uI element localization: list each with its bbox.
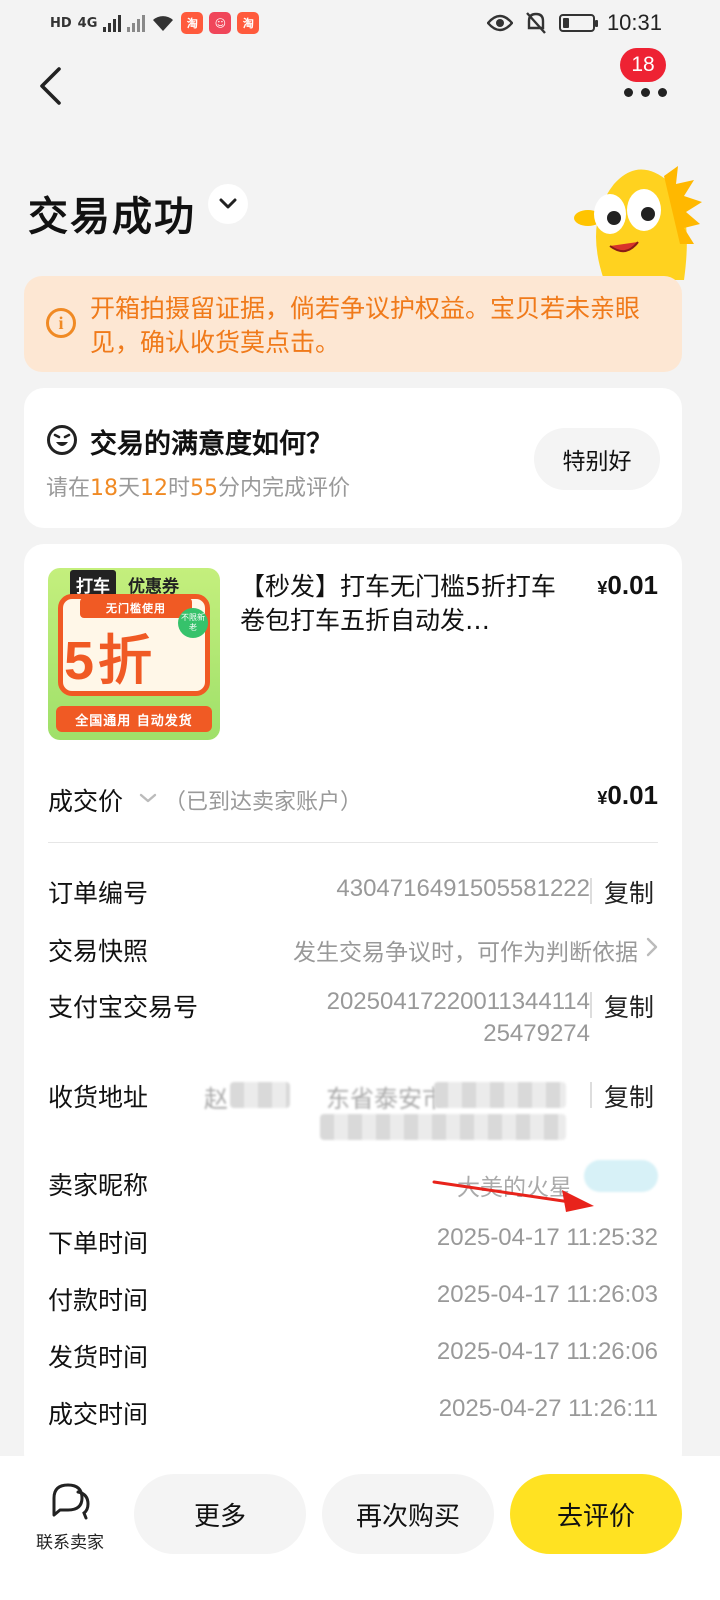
deal-price: ¥0.01 xyxy=(597,780,658,811)
more-menu-button[interactable]: 18 xyxy=(616,48,672,110)
deal-price-label[interactable]: 成交价 xyxy=(48,782,123,818)
product-price: ¥0.01 xyxy=(597,570,658,601)
chevron-left-icon xyxy=(40,67,61,105)
taobao-app-icon: 淘 xyxy=(181,12,204,34)
order-time: 2025-04-17 11:25:32 xyxy=(436,1224,658,1251)
deal-time-label: 成交时间 xyxy=(48,1400,149,1429)
status-left: HD 4G 淘 ☺ 淘 xyxy=(50,12,260,34)
signal-2-icon xyxy=(127,14,146,32)
separator xyxy=(590,992,592,1018)
separator xyxy=(590,878,592,904)
red-arrow-annotation xyxy=(432,1180,594,1212)
taobao-app-icon: 淘 xyxy=(237,12,260,34)
copy-alipay-number-button[interactable]: 复制 xyxy=(604,988,654,1024)
mascot-illustration xyxy=(574,166,702,280)
address-text: 赵 xyxy=(204,1085,228,1113)
address-text: 东省泰安市 xyxy=(326,1085,446,1113)
address-redaction xyxy=(320,1114,566,1140)
deadline-prefix: 请在 xyxy=(46,476,91,501)
write-review-button[interactable]: 去评价 xyxy=(510,1474,682,1554)
very-good-button[interactable]: 特别好 xyxy=(534,428,660,490)
deadline-minutes: 55 xyxy=(190,476,219,501)
alipay-number-line-1: 20250417220011344114 xyxy=(326,988,590,1015)
more-button[interactable]: 更多 xyxy=(134,1474,306,1554)
info-icon: i xyxy=(46,308,76,338)
ship-time-label: 发货时间 xyxy=(48,1343,149,1372)
product-image[interactable]: 打车 优惠券 无门槛使用 5折 不限新老 全国通用 自动发货 xyxy=(48,568,220,740)
order-time-label: 下单时间 xyxy=(48,1229,149,1258)
notice-text: 开箱拍摄留证据，倘若争议护权益。宝贝若未亲眼见，确认收货莫点击。 xyxy=(90,294,641,357)
order-number: 4304716491505581222 xyxy=(336,875,590,902)
order-number-label: 订单编号 xyxy=(48,879,149,908)
snapshot-label: 交易快照 xyxy=(48,937,149,966)
address-redaction xyxy=(230,1082,290,1108)
network-type: 4G xyxy=(77,15,98,31)
ship-time: 2025-04-17 11:26:06 xyxy=(436,1338,658,1365)
alipay-number-line-2: 25479274 xyxy=(483,1020,590,1047)
status-time: 10:31 xyxy=(606,10,662,35)
deal-price-value: 0.01 xyxy=(607,780,658,810)
status-bar: HD 4G 淘 ☺ 淘 10:31 xyxy=(0,0,720,48)
product-image-strip: 无门槛使用 xyxy=(80,598,192,618)
copy-order-number-button[interactable]: 复制 xyxy=(604,874,654,910)
chat-bubble-icon xyxy=(52,1483,90,1520)
product-image-footer: 全国通用 自动发货 xyxy=(56,706,212,732)
deadline-hours: 12 xyxy=(140,476,169,501)
review-deadline: 请在18天12时55分内完成评价 xyxy=(46,470,350,502)
deal-time: 2025-04-27 11:26:11 xyxy=(438,1395,658,1422)
page-title: 交易成功 xyxy=(28,194,196,240)
pay-time-label: 付款时间 xyxy=(48,1286,149,1315)
smiley-icon xyxy=(47,425,77,455)
divider xyxy=(48,842,658,843)
alipay-number-label: 支付宝交易号 xyxy=(48,993,199,1022)
deadline-hours-unit: 时 xyxy=(168,476,191,501)
status-right: 10:31 xyxy=(486,10,662,36)
satisfaction-title: 交易的满意度如何？ xyxy=(90,429,333,460)
back-button[interactable] xyxy=(30,62,70,110)
order-card: 打车 优惠券 无门槛使用 5折 不限新老 全国通用 自动发货 【秒发】打车无门槛… xyxy=(24,544,682,1474)
title-expand-button[interactable] xyxy=(208,184,248,224)
address-label: 收货地址 xyxy=(48,1083,149,1112)
bottom-action-bar: 联系卖家 更多 再次购买 去评价 xyxy=(0,1456,720,1600)
pay-time: 2025-04-17 11:26:03 xyxy=(436,1281,658,1308)
more-dots-icon xyxy=(624,88,667,97)
wifi-icon xyxy=(153,16,174,31)
taobao-app-icon: ☺ xyxy=(209,12,232,34)
signal-icon xyxy=(103,14,122,32)
product-title[interactable]: 【秒发】打车无门槛5折打车卷包打车五折自动发… xyxy=(240,570,570,638)
address-redaction xyxy=(434,1082,566,1108)
seller-nickname-label: 卖家昵称 xyxy=(48,1171,149,1200)
copy-address-button[interactable]: 复制 xyxy=(604,1078,654,1114)
product-image-stamp: 不限新老 xyxy=(178,608,208,638)
battery-icon xyxy=(558,14,598,32)
deadline-days-unit: 天 xyxy=(118,476,141,501)
buy-again-button[interactable]: 再次购买 xyxy=(322,1474,494,1554)
chevron-down-icon xyxy=(219,198,237,209)
separator xyxy=(590,1082,592,1108)
contact-seller-button[interactable]: 联系卖家 xyxy=(28,1474,112,1554)
chevron-right-icon[interactable] xyxy=(644,936,660,958)
deal-price-note: （已到达卖家账户） xyxy=(164,790,363,815)
message-count-badge: 18 xyxy=(620,48,666,82)
contact-seller-label: 联系卖家 xyxy=(36,1533,104,1553)
product-image-discount: 5折 xyxy=(64,631,157,691)
hd-indicator: HD xyxy=(50,15,72,31)
product-price-value: 0.01 xyxy=(607,570,658,600)
chevron-down-icon[interactable] xyxy=(136,786,160,810)
currency-symbol: ¥ xyxy=(597,578,608,598)
mute-bell-icon xyxy=(526,12,546,34)
currency-symbol: ¥ xyxy=(597,788,608,808)
unboxing-notice: i 开箱拍摄留证据，倘若争议护权益。宝贝若未亲眼见，确认收货莫点击。 xyxy=(24,276,682,372)
eye-icon xyxy=(486,14,513,32)
satisfaction-card: 交易的满意度如何？ 请在18天12时55分内完成评价 特别好 xyxy=(24,388,682,528)
snapshot-value[interactable]: 发生交易争议时，可作为判断依据 xyxy=(293,933,638,967)
deadline-days: 18 xyxy=(90,476,119,501)
deadline-minutes-unit: 分内完成评价 xyxy=(218,476,351,501)
